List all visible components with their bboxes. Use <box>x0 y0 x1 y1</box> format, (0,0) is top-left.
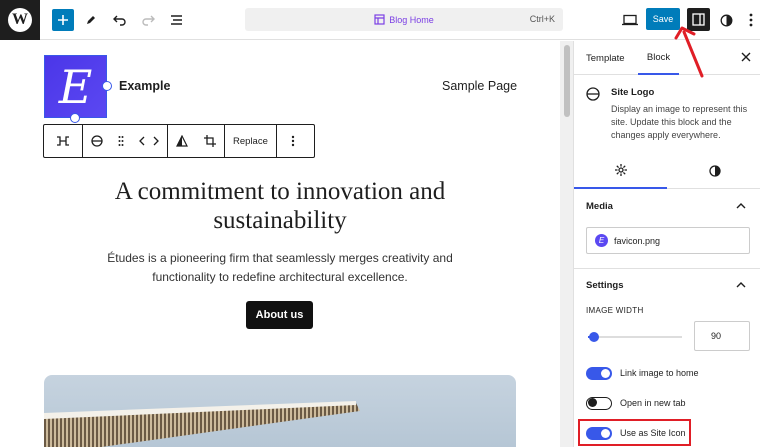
site-logo-image[interactable]: E <box>44 55 107 118</box>
panel-divider <box>574 268 760 269</box>
top-toolbar: W Blog Home Ctrl+K Save <box>0 0 760 40</box>
inspector-sub-tabs <box>574 153 760 189</box>
template-icon <box>374 14 385 25</box>
annotation-arrow-icon <box>674 26 704 78</box>
toolbar-group-image <box>168 125 225 157</box>
site-title[interactable]: Example <box>119 79 170 93</box>
undo-button[interactable] <box>109 9 131 31</box>
preview-button[interactable] <box>619 9 641 31</box>
highlight-box <box>578 419 691 446</box>
close-sidebar-button[interactable] <box>741 51 751 65</box>
site-logo-icon <box>586 87 600 101</box>
close-icon <box>741 52 751 62</box>
crop-icon <box>204 135 216 147</box>
list-view-icon <box>171 15 182 25</box>
building-photo <box>44 401 360 447</box>
image-width-input[interactable]: 90 <box>694 321 750 351</box>
toolbar-group-parent <box>44 125 83 157</box>
chevron-up-icon[interactable] <box>736 281 746 288</box>
desktop-icon <box>622 14 638 26</box>
toolbar-group-options <box>277 125 309 157</box>
canvas-scrollbar[interactable] <box>561 41 573 447</box>
duotone-icon <box>176 135 188 147</box>
toggle-knob <box>601 368 610 378</box>
shortcut-hint: Ctrl+K <box>529 14 555 24</box>
toggle-knob <box>588 398 597 407</box>
settings-sidebar: Template Block Site Logo Display an imag… <box>573 41 760 447</box>
add-block-button[interactable] <box>52 9 74 31</box>
redo-icon <box>142 15 155 26</box>
contrast-icon <box>720 14 732 26</box>
site-logo-icon <box>91 135 103 147</box>
document-title: Blog Home <box>245 14 563 25</box>
more-vertical-icon <box>291 135 295 147</box>
toolbar-group-block <box>83 125 168 157</box>
media-panel-heading[interactable]: Media <box>586 201 613 212</box>
options-menu-button[interactable] <box>740 9 760 31</box>
page-headline[interactable]: A commitment to innovation and sustainab… <box>60 177 500 235</box>
slider-knob[interactable] <box>589 332 599 342</box>
move-buttons[interactable] <box>131 125 167 157</box>
replace-button[interactable]: Replace <box>225 125 276 157</box>
chevron-left-right-icon <box>139 136 159 146</box>
link-home-label: Link image to home <box>620 368 699 378</box>
new-tab-label: Open in new tab <box>620 398 686 408</box>
block-toolbar: Replace <box>43 124 315 158</box>
contrast-icon <box>708 165 721 177</box>
block-type-button[interactable] <box>83 125 111 157</box>
block-name: Site Logo <box>611 87 655 98</box>
media-file-name: favicon.png <box>614 235 661 246</box>
hero-image[interactable] <box>44 375 516 447</box>
gear-icon <box>614 164 627 176</box>
resize-handle-bottom[interactable] <box>70 113 80 123</box>
favicon-thumbnail: E <box>595 234 608 247</box>
command-palette-bar[interactable]: Blog Home Ctrl+K <box>245 8 563 31</box>
wordpress-logo-button[interactable]: W <box>0 0 40 40</box>
tab-styles[interactable] <box>668 153 760 189</box>
nav-link-sample-page[interactable]: Sample Page <box>442 79 517 93</box>
duotone-button[interactable] <box>168 125 196 157</box>
tab-settings[interactable] <box>574 153 667 189</box>
select-parent-button[interactable] <box>44 125 82 157</box>
list-view-button[interactable] <box>166 9 188 31</box>
drag-handle-icon <box>118 136 124 146</box>
chevron-up-icon[interactable] <box>736 202 746 209</box>
link-home-toggle[interactable] <box>586 366 612 380</box>
block-description: Display an image to represent this site.… <box>611 104 748 140</box>
canvas-content: E Example Sample Page Replace A commitme… <box>0 41 560 447</box>
resize-handle-right[interactable] <box>102 81 112 91</box>
more-vertical-icon <box>749 13 753 27</box>
scrollbar-thumb[interactable] <box>564 45 570 117</box>
tab-template[interactable]: Template <box>586 41 625 75</box>
sidebar-tabs: Template Block <box>574 41 760 75</box>
image-width-label: IMAGE WIDTH <box>586 306 644 315</box>
redo-button[interactable] <box>137 9 159 31</box>
wordpress-icon: W <box>8 8 32 32</box>
image-width-slider[interactable] <box>588 332 682 342</box>
editor-canvas: E Example Sample Page Replace A commitme… <box>0 41 573 447</box>
crop-button[interactable] <box>196 125 224 157</box>
plus-icon <box>58 15 68 25</box>
edit-tools-button[interactable] <box>80 9 102 31</box>
media-file-button[interactable]: E favicon.png <box>586 227 750 254</box>
toolbar-group-replace: Replace <box>225 125 277 157</box>
drag-handle[interactable] <box>111 125 131 157</box>
about-us-button[interactable]: About us <box>246 301 313 329</box>
block-options-button[interactable] <box>277 125 309 157</box>
styles-button[interactable] <box>715 9 737 31</box>
undo-icon <box>113 15 126 26</box>
block-editor: W Blog Home Ctrl+K Save E Example Sample… <box>0 0 760 447</box>
pencil-icon <box>87 16 95 24</box>
transform-icon <box>57 136 69 146</box>
toggle-row-new-tab[interactable]: Open in new tab <box>586 395 686 411</box>
toggle-row-link-home[interactable]: Link image to home <box>586 365 699 381</box>
settings-panel-heading[interactable]: Settings <box>586 280 623 291</box>
new-tab-toggle[interactable] <box>586 396 612 410</box>
document-title-text: Blog Home <box>389 15 434 25</box>
page-description[interactable]: Études is a pioneering firm that seamles… <box>80 249 480 287</box>
